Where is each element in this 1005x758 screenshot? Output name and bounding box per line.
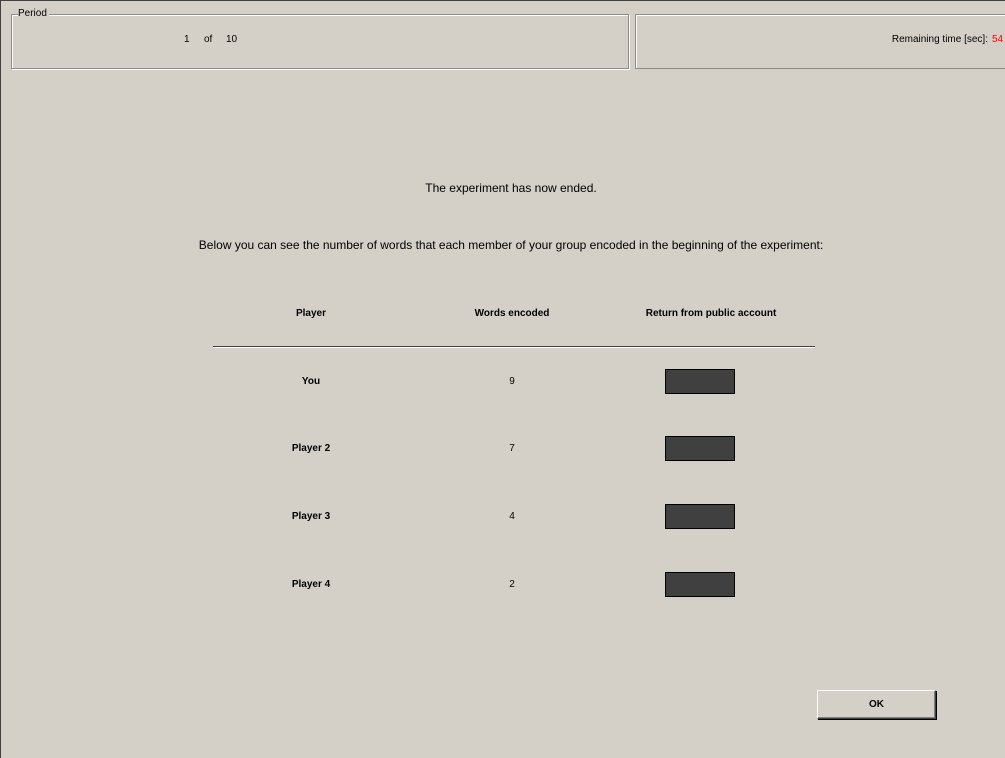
remaining-time-value: 54 bbox=[992, 34, 1004, 45]
experiment-screen: Period 1 of 10 Remaining time [sec]: 54 … bbox=[0, 0, 1005, 758]
period-legend: Period bbox=[18, 7, 49, 21]
table-row: Player 4 2 bbox=[1, 572, 1005, 598]
period-panel: Period 1 of 10 bbox=[11, 7, 629, 69]
top-border bbox=[1, 0, 1005, 1]
words-encoded-value: 2 bbox=[509, 579, 515, 590]
return-value-field bbox=[665, 572, 735, 597]
column-header-player: Player bbox=[295, 308, 327, 319]
column-header-words-encoded: Words encoded bbox=[474, 308, 550, 319]
column-header-return: Return from public account bbox=[645, 308, 777, 319]
ok-button[interactable]: OK bbox=[817, 690, 936, 719]
return-value-field bbox=[665, 369, 735, 394]
player-name: Player 3 bbox=[291, 511, 331, 522]
player-name: Player 2 bbox=[291, 443, 331, 454]
end-message: The experiment has now ended. bbox=[425, 181, 597, 195]
player-name: Player 4 bbox=[291, 579, 331, 590]
return-value-field bbox=[665, 436, 735, 461]
remaining-time-label: Remaining time [sec]: bbox=[891, 34, 988, 45]
results-description: Below you can see the number of words th… bbox=[198, 238, 824, 252]
header-divider bbox=[213, 346, 815, 347]
player-name: You bbox=[301, 376, 321, 387]
period-total: 10 bbox=[226, 34, 238, 45]
period-of-label: of bbox=[204, 34, 213, 45]
words-encoded-value: 7 bbox=[509, 443, 515, 454]
table-row: You 9 bbox=[1, 369, 1005, 395]
period-current: 1 bbox=[184, 34, 190, 45]
return-value-field bbox=[665, 504, 735, 529]
table-row: Player 2 7 bbox=[1, 436, 1005, 462]
words-encoded-value: 4 bbox=[509, 511, 515, 522]
table-row: Player 3 4 bbox=[1, 504, 1005, 530]
words-encoded-value: 9 bbox=[509, 376, 515, 387]
timer-panel: Remaining time [sec]: 54 bbox=[635, 14, 1005, 69]
